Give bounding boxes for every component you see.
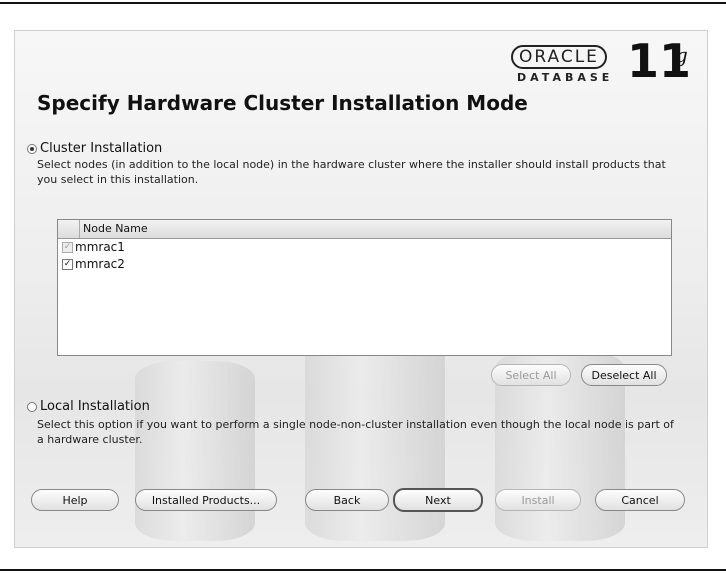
node-checkbox-disabled: ✓ [62, 242, 73, 253]
node-table: Node Name ✓ mmrac1 ✓ mmrac2 [57, 219, 672, 356]
local-installation-description: Select this option if you want to perfor… [37, 418, 674, 446]
node-name: mmrac1 [75, 240, 125, 254]
table-row[interactable]: ✓ mmrac2 [58, 256, 671, 273]
radio-selected-icon[interactable] [27, 143, 37, 154]
installed-products-button[interactable]: Installed Products... [135, 489, 277, 511]
installer-window: ORACLE DATABASE 11 g Specify Hardware Cl… [14, 30, 708, 548]
cluster-installation-radio[interactable]: Cluster Installation [27, 141, 162, 156]
page-title: Specify Hardware Cluster Installation Mo… [37, 91, 528, 115]
back-button[interactable]: Back [305, 489, 389, 511]
node-name: mmrac2 [75, 257, 125, 271]
table-row[interactable]: ✓ mmrac1 [58, 239, 671, 256]
deselect-all-button[interactable]: Deselect All [581, 364, 667, 386]
help-button[interactable]: Help [31, 489, 119, 511]
radio-unselected-icon[interactable] [27, 401, 37, 412]
next-button[interactable]: Next [393, 488, 483, 512]
install-button[interactable]: Install [495, 489, 581, 511]
table-header-gutter [58, 220, 80, 238]
local-installation-label: Local Installation [40, 399, 150, 414]
cluster-installation-description: Select nodes (in addition to the local n… [37, 158, 666, 186]
logo-suffix: g [675, 43, 688, 67]
cancel-button[interactable]: Cancel [595, 489, 685, 511]
node-checkbox[interactable]: ✓ [62, 259, 73, 270]
table-header: Node Name [58, 220, 671, 239]
select-all-button[interactable]: Select All [491, 364, 571, 386]
column-header-node-name[interactable]: Node Name [80, 220, 148, 238]
top-border [0, 2, 726, 4]
bottom-border [0, 569, 726, 571]
background-cylinder [135, 361, 255, 541]
cluster-installation-label: Cluster Installation [40, 141, 163, 156]
local-installation-radio[interactable]: Local Installation [27, 399, 150, 414]
oracle-database-logo: ORACLE DATABASE 11 g [471, 37, 691, 91]
logo-brand: ORACLE [511, 45, 607, 69]
logo-sub: DATABASE [517, 71, 614, 84]
